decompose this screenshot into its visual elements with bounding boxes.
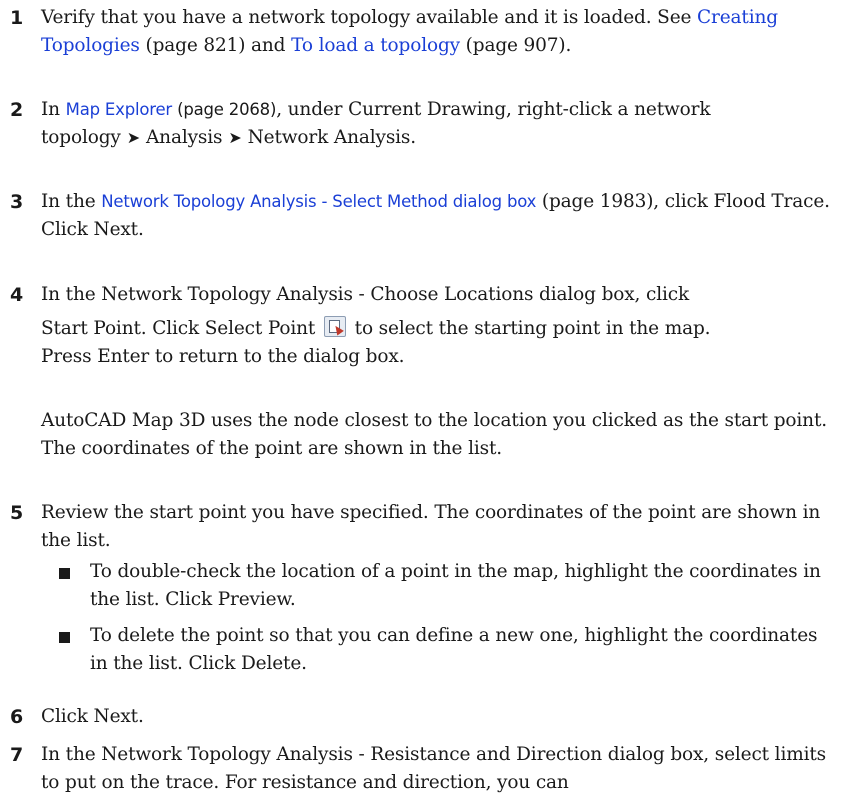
step-number: 1 [10,7,24,29]
text: Start Point. Click Select Point [41,318,321,339]
step-number: 2 [10,99,24,121]
load-topology-link[interactable]: To load a topology [291,35,460,56]
bullet-icon [59,568,70,579]
text-line: In the Network Topology Analysis - Choos… [41,284,690,305]
text: In [41,99,66,120]
select-point-icon [323,316,346,337]
select-method-dialog-link[interactable]: Network Topology Analysis - Select Metho… [101,192,536,211]
note-text: AutoCAD Map 3D uses the node closest to … [41,410,827,459]
map-explorer-link[interactable]: Map Explorer [66,100,173,119]
step-text: In the Network Topology Analysis - Selec… [41,188,847,244]
page-ref: (page 2068) [172,100,277,119]
step-number: 3 [10,191,24,213]
menu-path-analysis: Analysis [145,127,223,148]
step-text: In the Network Topology Analysis - Choos… [41,281,847,371]
text: to select the starting point in the map. [348,318,711,339]
text-line: Press Enter to return to the dialog box. [41,346,405,367]
step-text: In Map Explorer (page 2068), under Curre… [41,96,847,152]
step-number: 4 [10,284,24,306]
text: Verify that you have a network topology … [41,7,698,28]
step-text: Review the start point you have specifie… [41,502,821,551]
text-line: Start Point. Click Select Point to selec… [41,315,847,343]
step-number: 7 [10,744,24,766]
menu-path-network-analysis: Network Analysis. [247,127,417,148]
arrow-icon: ➤ [228,128,242,147]
text: (page 907). [459,35,572,56]
step-text: Click Next. [41,706,144,727]
bullet-text: To delete the point so that you can defi… [90,625,818,674]
step-number: 5 [10,502,24,524]
arrow-icon: ➤ [126,128,140,147]
bullet-text: To double-check the location of a point … [90,561,821,610]
step-text: Verify that you have a network topology … [41,4,847,60]
text: (page 821) and [139,35,292,56]
bullet-icon [59,632,70,643]
step-number: 6 [10,706,24,728]
text: In the [41,191,102,212]
